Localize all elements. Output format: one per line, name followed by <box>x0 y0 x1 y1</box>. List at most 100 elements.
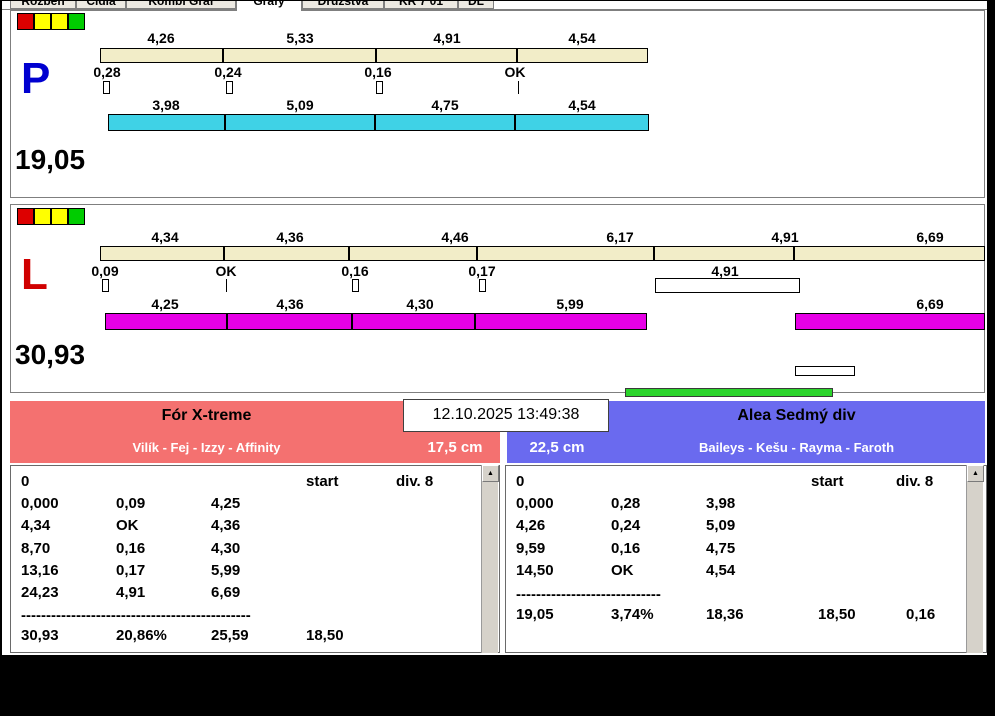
table-cell: OK <box>611 562 634 579</box>
bar-segment <box>795 313 985 330</box>
tab-dl[interactable]: DL <box>458 1 494 9</box>
measurement-value: 6,69 <box>916 296 944 312</box>
table-cell: div. 8 <box>896 473 934 490</box>
gap-marker <box>103 81 110 94</box>
tab-grafy[interactable]: Grafy <box>236 1 302 11</box>
gap-marker <box>352 279 359 292</box>
table-cell: 0 <box>516 473 525 490</box>
table-total-cell: 18,50 <box>818 606 856 623</box>
bar-segment <box>375 114 515 131</box>
measurement-value: 3,98 <box>152 97 180 113</box>
right-team-players: Baileys - Kešu - Rayma - Faroth <box>698 440 895 455</box>
table-cell: 4,30 <box>211 540 241 557</box>
left-team-players: Vilík - Fej - Izzy - Affinity <box>132 440 281 455</box>
partial-bar-fragment <box>795 366 855 376</box>
scroll-up-button[interactable]: ▲ <box>482 465 499 482</box>
measurement-value: 4,34 <box>151 229 179 245</box>
gap-marker <box>479 279 486 292</box>
status-light-red <box>17 208 34 225</box>
measurement-value: 4,30 <box>406 296 434 312</box>
tab-druzstva[interactable]: Druzstva <box>302 1 384 9</box>
bar-segment <box>352 313 475 330</box>
lane-letter: L <box>21 250 48 299</box>
table-total-cell: 20,86% <box>116 627 167 644</box>
app-window: Rozbeh Cidla Kombi Graf Grafy Druzstva K… <box>2 1 987 655</box>
table-divider: ----------------------------------------… <box>21 607 251 624</box>
table-cell: 8,70 <box>21 540 51 557</box>
table-cell: 9,59 <box>516 540 546 557</box>
measurement-value: 4,36 <box>276 296 304 312</box>
measurement-value: 4,46 <box>441 229 469 245</box>
left-table-scrollbar[interactable]: ▲ <box>481 465 499 653</box>
up-arrow-icon: ▲ <box>487 470 494 477</box>
bar-segment <box>105 313 227 330</box>
table-cell: 4,91 <box>116 584 146 601</box>
gap-value: 0,16 <box>341 263 369 279</box>
tab-kr[interactable]: KR 7 01 <box>384 1 458 9</box>
measurement-value: 4,54 <box>568 30 596 46</box>
bar-segment <box>477 246 654 261</box>
lane-letter: P <box>21 54 51 103</box>
gap-value: 0,17 <box>468 263 496 279</box>
table-cell: 5,99 <box>211 562 241 579</box>
bar-segment <box>223 48 376 63</box>
status-light-yellow <box>51 208 68 225</box>
table-cell: 4,75 <box>706 540 736 557</box>
table-total-cell: 30,93 <box>21 627 59 644</box>
table-total-cell: 18,36 <box>706 606 744 623</box>
table-cell: 24,23 <box>21 584 59 601</box>
measurement-value: 4,25 <box>151 296 179 312</box>
right-table-scrollbar[interactable]: ▲ <box>966 465 984 653</box>
table-cell: 0,16 <box>116 540 146 557</box>
tab-kombi-graf[interactable]: Kombi Graf <box>126 1 236 9</box>
measurement-value: 4,91 <box>433 30 461 46</box>
table-cell: 0,16 <box>611 540 641 557</box>
status-light-yellow <box>34 13 51 30</box>
measurement-value: 4,36 <box>276 229 304 245</box>
measurement-value: 5,33 <box>286 30 314 46</box>
pending-bar <box>655 278 800 293</box>
measurement-value: 4,91 <box>771 229 799 245</box>
scroll-up-button[interactable]: ▲ <box>967 465 984 482</box>
gap-value: 0,16 <box>364 64 392 80</box>
progress-bar-fragment <box>625 388 833 397</box>
bar-segment <box>224 246 349 261</box>
table-cell: 4,25 <box>211 495 241 512</box>
table-total-cell: 25,59 <box>211 627 249 644</box>
bar-segment <box>475 313 647 330</box>
left-score-table: 0 start div. 8 0,000 0,09 4,25 4,34 OK 4… <box>10 465 500 653</box>
gap-value: OK <box>504 64 526 80</box>
table-cell: 4,36 <box>211 517 241 534</box>
tab-rozbeh[interactable]: Rozbeh <box>10 1 76 9</box>
gap-marker <box>102 279 109 292</box>
left-team-name: Fór X-treme <box>161 407 252 424</box>
table-total-cell: 0,16 <box>906 606 936 623</box>
bar-segment <box>515 114 649 131</box>
gap-value: OK <box>215 263 237 279</box>
bar-segment <box>227 313 352 330</box>
table-cell: 4,34 <box>21 517 51 534</box>
bar-segment <box>376 48 517 63</box>
ok-tick-mark <box>518 81 519 94</box>
gap-marker <box>376 81 383 94</box>
table-cell: 4,26 <box>516 517 546 534</box>
tab-cidla[interactable]: Cidla <box>76 1 126 9</box>
status-light-green <box>68 13 85 30</box>
gap-marker <box>226 81 233 94</box>
table-cell: 0 <box>21 473 30 490</box>
lane-total: 19,05 <box>15 144 86 175</box>
left-team-distance: 17,5 cm <box>427 439 483 456</box>
table-total-cell: 18,50 <box>306 627 344 644</box>
table-cell: 0,17 <box>116 562 146 579</box>
table-cell: 0,000 <box>21 495 59 512</box>
measurement-value: 4,26 <box>147 30 175 46</box>
table-cell: 5,09 <box>706 517 736 534</box>
status-light-red <box>17 13 34 30</box>
gap-value: 0,24 <box>214 64 242 80</box>
table-cell: 6,69 <box>211 584 241 601</box>
table-cell: 4,54 <box>706 562 736 579</box>
status-light-yellow <box>34 208 51 225</box>
datetime-display: 12.10.2025 13:49:38 <box>403 399 609 432</box>
measurement-value: 4,75 <box>431 97 459 113</box>
lane-total: 30,93 <box>15 339 86 370</box>
